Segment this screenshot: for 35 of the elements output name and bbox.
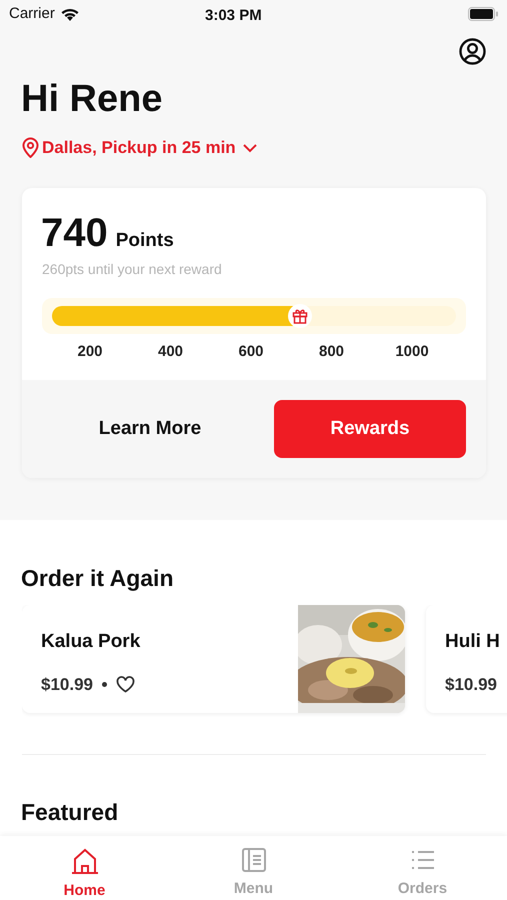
scale-label: 1000 — [395, 342, 429, 362]
section-heading: Featured — [21, 798, 118, 827]
scale-label: 400 — [158, 342, 184, 362]
greeting-heading: Hi Rene — [21, 80, 162, 118]
chevron-down-icon — [242, 142, 258, 153]
tab[interactable]: Orders — [338, 836, 507, 900]
points-label: Points — [116, 231, 174, 250]
section-heading: Order it Again — [21, 564, 174, 593]
product-card[interactable]: Kalua Pork $10.99 — [22, 605, 405, 713]
scale-label: 800 — [318, 342, 344, 362]
scale-label: 600 — [238, 342, 264, 362]
list-icon — [410, 848, 434, 872]
product-name: Kalua Pork — [41, 630, 140, 654]
product-price: $10.99 — [445, 674, 497, 696]
tab[interactable]: Home — [0, 836, 169, 900]
clock: 3:03 PM — [205, 6, 262, 26]
location-pin-icon — [22, 137, 39, 158]
carrier-label: Carrier — [9, 4, 55, 24]
tab[interactable]: Menu — [169, 836, 338, 900]
profile-icon[interactable] — [459, 38, 486, 65]
learn-more-button[interactable]: Learn More — [42, 400, 258, 458]
product-price: $10.99 — [41, 674, 93, 696]
heart-icon[interactable] — [116, 676, 135, 694]
wifi-icon — [60, 8, 79, 20]
product-card[interactable]: Huli H $10.99 — [426, 605, 507, 713]
points-value: 740 — [41, 213, 108, 253]
location-selector[interactable]: Dallas, Pickup in 25 min — [22, 135, 258, 160]
house-icon — [70, 848, 98, 874]
gift-icon — [288, 304, 312, 328]
menu-book-icon — [242, 848, 266, 872]
battery-icon — [468, 7, 498, 21]
product-name: Huli H — [445, 630, 500, 654]
rewards-button[interactable]: Rewards — [274, 400, 466, 458]
reward-hint: 260pts until your next reward — [42, 260, 222, 279]
scale-label: 200 — [77, 342, 103, 362]
